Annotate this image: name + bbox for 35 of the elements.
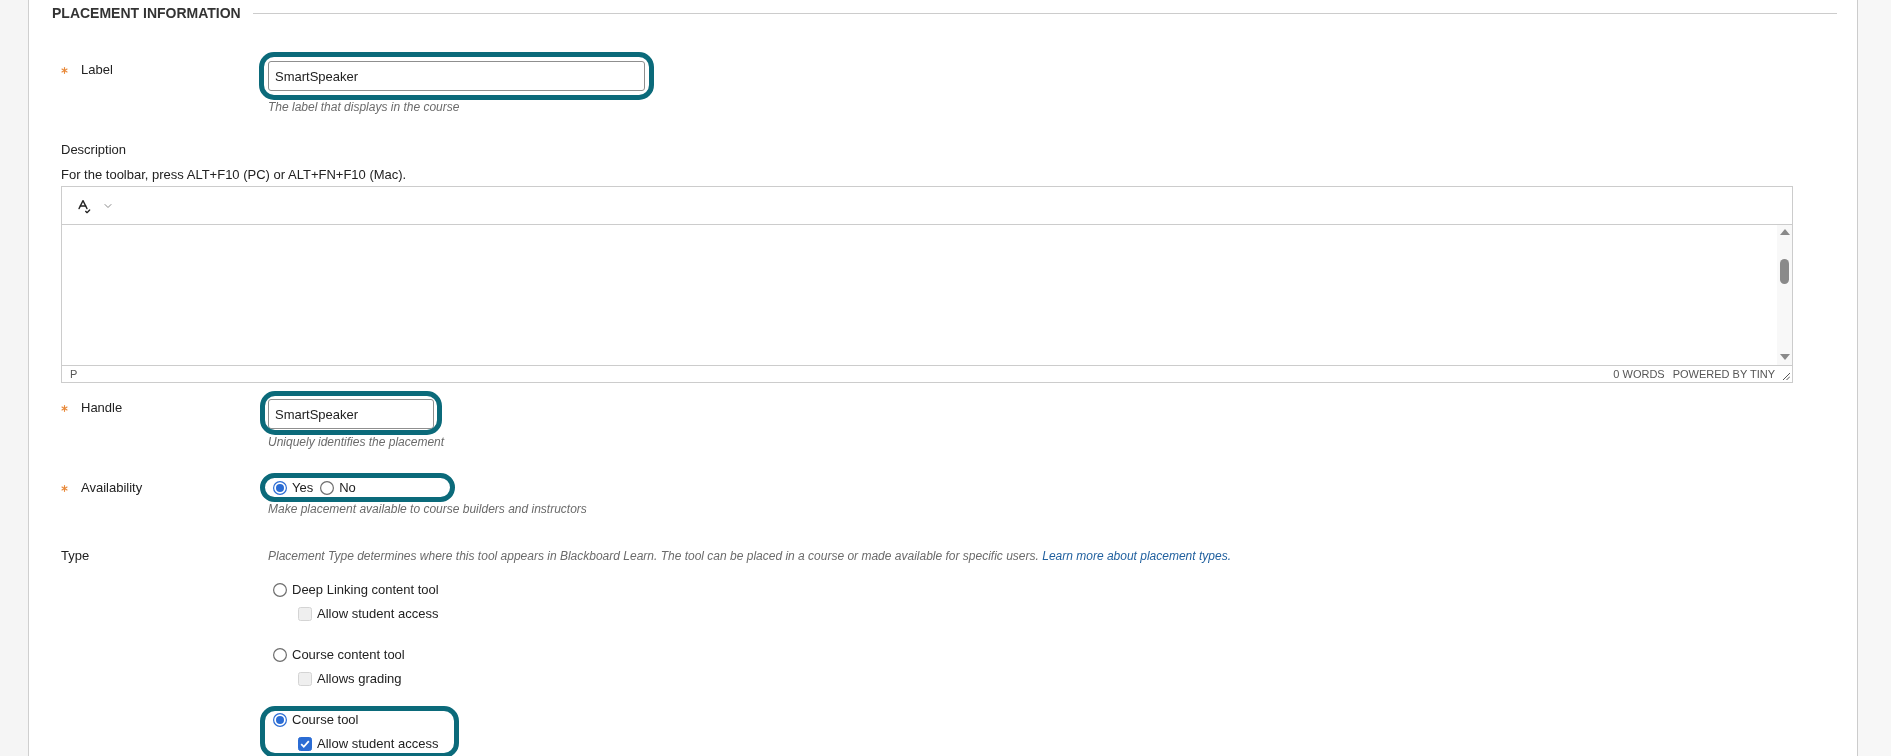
- radio-button[interactable]: [320, 481, 335, 495]
- text-input[interactable]: SmartSpeaker: [268, 61, 645, 91]
- checkbox-label[interactable]: Allow student access: [317, 735, 439, 753]
- radio-label[interactable]: Yes: [292, 479, 314, 497]
- field-hint: Make placement available to course builders and instructors: [268, 502, 587, 516]
- resize-handle-icon[interactable]: [1782, 372, 1790, 380]
- element-path[interactable]: P: [70, 367, 78, 381]
- radio-label[interactable]: Course tool: [292, 711, 359, 729]
- section-title: PLACEMENT INFORMATION: [52, 4, 241, 22]
- text-input[interactable]: SmartSpeaker: [268, 399, 434, 429]
- scroll-down-icon[interactable]: [1779, 354, 1790, 360]
- field-label: Type: [61, 547, 90, 565]
- spellcheck-button[interactable]: [75, 197, 114, 214]
- powered-by-link[interactable]: POWERED BY TINY: [1672, 367, 1775, 381]
- editor-instructions: For the toolbar, press ALT+F10 (PC) or ALT+FN+F10 (Mac).: [61, 167, 407, 182]
- scroll-up-icon[interactable]: [1779, 229, 1790, 235]
- radio-label[interactable]: No: [339, 479, 356, 497]
- field-label: Handle: [81, 399, 123, 417]
- radio-button[interactable]: [273, 583, 287, 597]
- spellcheck-icon: [75, 197, 91, 214]
- placement-type-hint: Placement Type determines where this tool appears in Blackboard Learn. The tool can be placed in a course or made available for specific users.: [268, 549, 1039, 563]
- radio-button[interactable]: [273, 648, 287, 662]
- scrollbar-thumb[interactable]: [1780, 259, 1789, 284]
- radio-button[interactable]: [273, 481, 287, 495]
- field-label: Availability: [81, 479, 143, 497]
- field-label: Label: [81, 61, 113, 79]
- field-hint: The label that displays in the course: [268, 100, 461, 114]
- learn-more-link[interactable]: Learn more about placement types.: [1042, 549, 1231, 563]
- field-label: Description: [61, 141, 127, 159]
- radio-label[interactable]: Deep Linking content tool: [292, 581, 439, 599]
- field-hint: Uniquely identifies the placement: [268, 435, 445, 449]
- word-count[interactable]: 0 WORDS: [1613, 367, 1665, 381]
- radio-button[interactable]: [273, 713, 287, 727]
- checkbox[interactable]: [298, 737, 312, 751]
- radio-label[interactable]: Course content tool: [292, 646, 405, 664]
